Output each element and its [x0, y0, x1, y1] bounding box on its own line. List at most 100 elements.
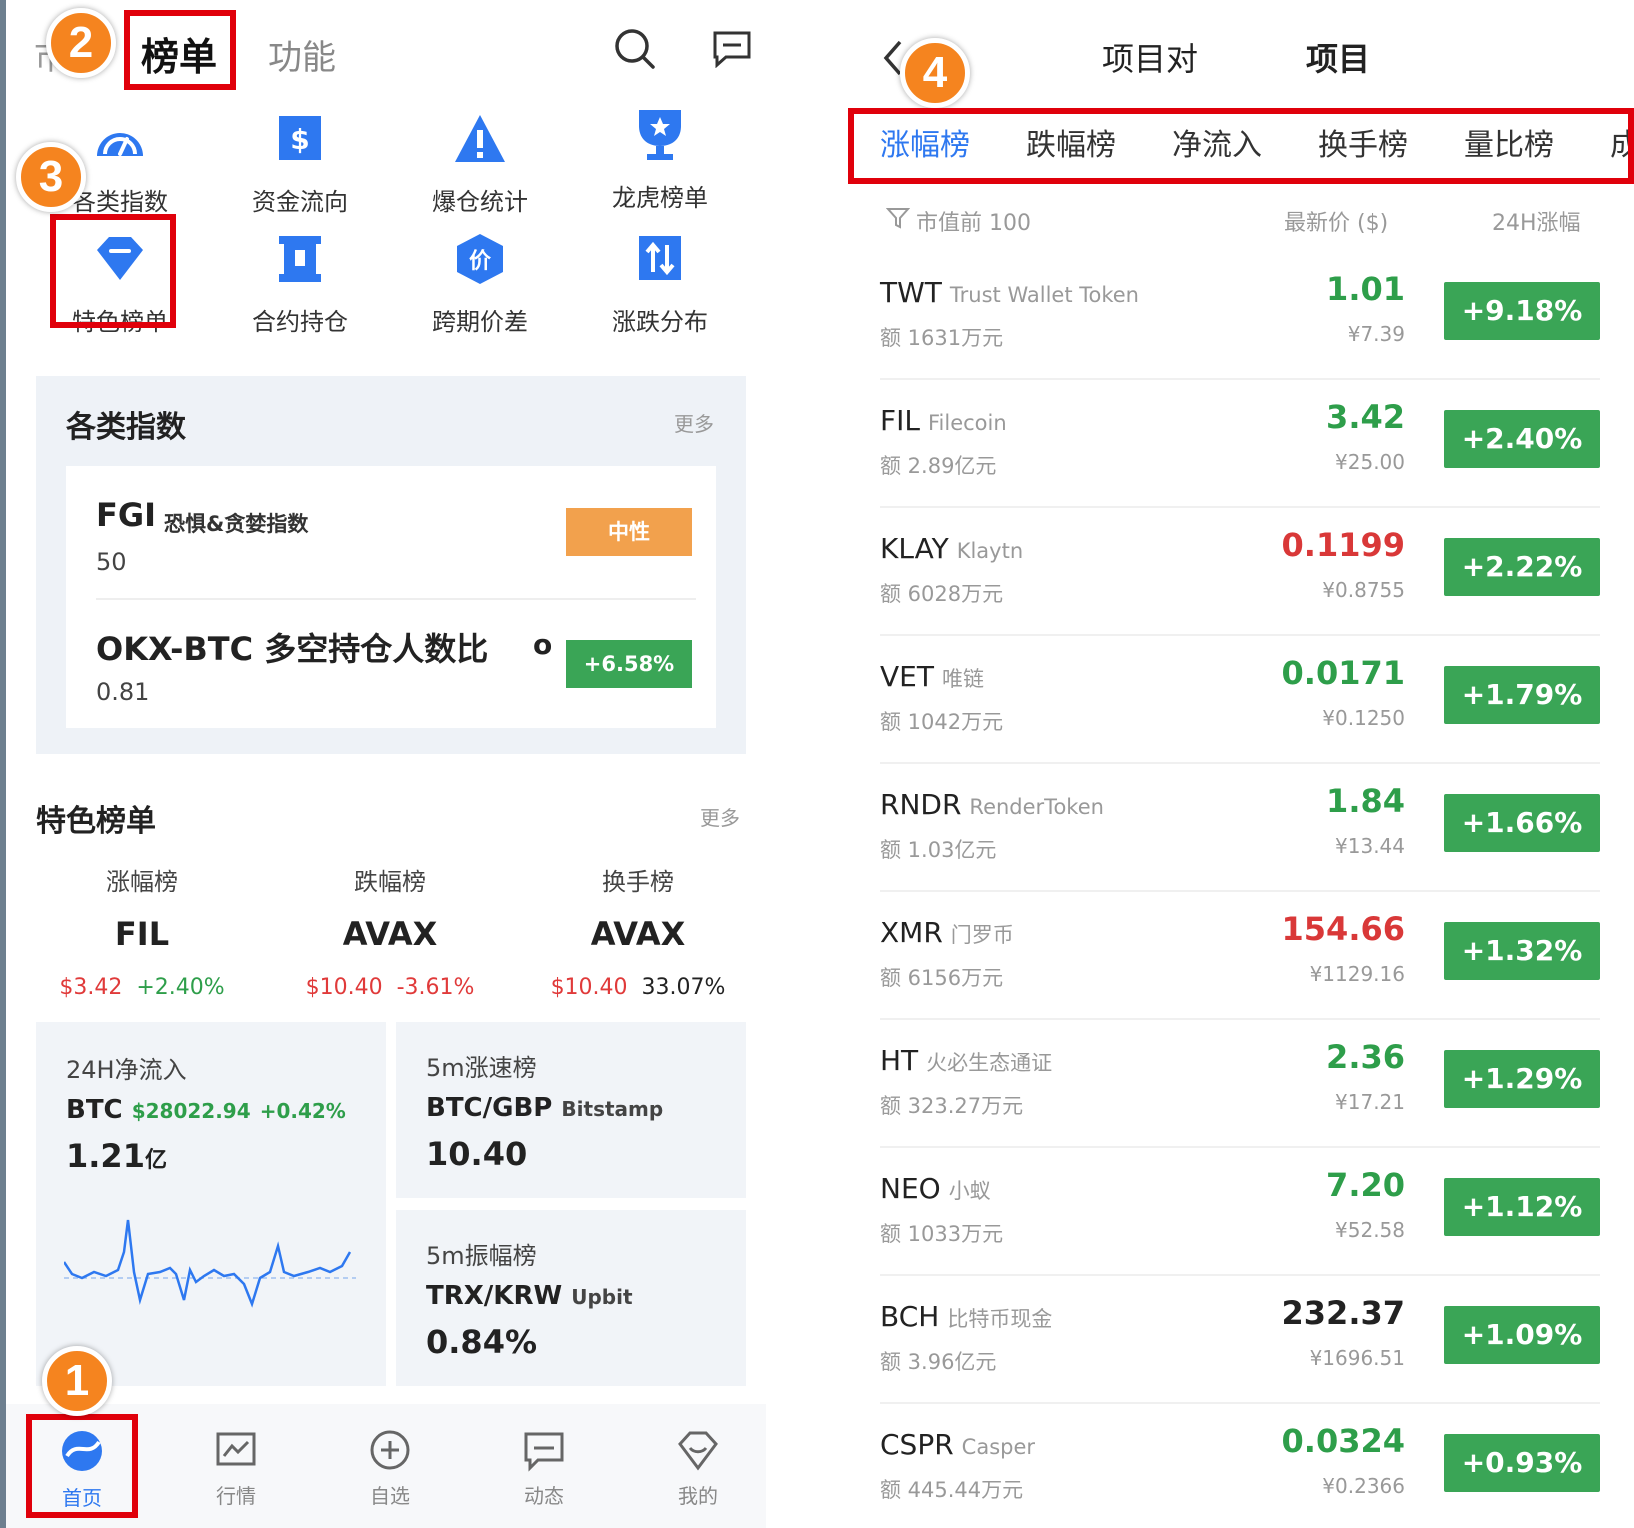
card-amplitude[interactable]: 5m振幅榜 TRX/KRW Upbit 0.84% [396, 1210, 746, 1386]
rank-price: $10.40 [305, 975, 383, 1000]
coin-volume: 额 6028万元 [880, 582, 1004, 606]
func-liquidation[interactable]: 爆仓统计 [390, 112, 570, 217]
card-title: 24H净流入 [66, 1056, 187, 1084]
change-badge: +6.58% [566, 640, 692, 688]
change-badge: +2.40% [1444, 410, 1600, 468]
rank-col-losers[interactable]: 跌幅榜 AVAX $10.40 -3.61% [270, 862, 510, 1000]
nav-feed[interactable]: 动态 [484, 1428, 604, 1509]
coin-cny-price: ¥52.58 [1335, 1218, 1405, 1242]
search-icon[interactable] [614, 28, 656, 70]
coin-symbol: CSPR Casper [880, 1428, 1036, 1461]
func-label: 爆仓统计 [432, 188, 528, 216]
rank-col-gainers[interactable]: 涨幅榜 FIL $3.42 +2.40% [22, 862, 262, 1000]
func-distribution[interactable]: 涨跌分布 [570, 232, 750, 337]
rank-category: 跌幅榜 [354, 868, 426, 896]
tab-functions[interactable]: 功能 [268, 30, 336, 79]
func-fund-flow[interactable]: $ 资金流向 [210, 112, 390, 217]
nav-label: 我的 [678, 1484, 718, 1508]
coin-symbol: NEO 小蚁 [880, 1172, 991, 1205]
coin-symbol: XMR 门罗币 [880, 916, 1014, 949]
card-price: $28022.94 [131, 1099, 251, 1123]
func-dragon-tiger[interactable]: 龙虎榜单 [570, 108, 750, 213]
col-header-price: 最新价 ($) [1284, 211, 1389, 236]
nav-watchlist[interactable]: 自选 [330, 1428, 450, 1509]
nav-label: 行情 [216, 1484, 256, 1508]
list-item[interactable]: VET 唯链额 1042万元 0.0171 ¥0.1250 +1.79% [880, 636, 1600, 764]
rank-symbol: AVAX [342, 915, 438, 953]
nav-market[interactable]: 行情 [176, 1428, 296, 1509]
rank-col-turnover[interactable]: 换手榜 AVAX $10.40 33.07% [518, 862, 758, 1000]
filter-label[interactable]: 市值前 100 [916, 205, 1031, 237]
coin-name: 火必生态通证 [926, 1051, 1053, 1075]
card-exchange: Upbit [571, 1285, 633, 1309]
message-icon[interactable] [712, 30, 752, 68]
tab-projects[interactable]: 项目 [1306, 34, 1370, 80]
sparkline-chart [64, 1219, 356, 1308]
card-netflow[interactable]: 24H净流入 BTC $28022.94 +0.42% 1.21亿 [36, 1022, 386, 1386]
coin-price: 0.0171 [1281, 654, 1405, 692]
coin-volume: 额 3.96亿元 [880, 1350, 997, 1374]
coin-price: 1.01 [1326, 270, 1405, 308]
okx-suffix: o [533, 628, 553, 661]
list-item[interactable]: CSPR Casper 额 445.44万元 0.0324 ¥0.2366 +0.93% [880, 1404, 1600, 1528]
fgi-name: 恐惧&贪婪指数 [164, 512, 309, 536]
list-item[interactable]: RNDR RenderToken 额 1.03亿元 1.84 ¥13.44 +1.66% [880, 764, 1600, 892]
coin-volume: 额 445.44万元 [880, 1478, 1024, 1502]
rank-category: 涨幅榜 [106, 868, 178, 896]
change-badge: +1.12% [1444, 1178, 1600, 1236]
list-item[interactable]: XMR 门罗币额 6156万元 154.66 ¥1129.16 +1.32% [880, 892, 1600, 1020]
card-title: 5m振幅榜 [426, 1242, 537, 1270]
func-spread[interactable]: 价 跨期价差 [390, 232, 570, 337]
card-value: 1.21 [66, 1137, 145, 1175]
list-item[interactable]: KLAY Klaytn 额 6028万元 0.1199 ¥0.8755 +2.22% [880, 508, 1600, 636]
func-contract[interactable]: 合约持仓 [210, 232, 390, 337]
nav-profile[interactable]: 我的 [638, 1428, 758, 1509]
filter-icon[interactable] [886, 206, 910, 230]
rank-change: -3.61% [396, 975, 475, 1000]
dollar-icon: $ [279, 116, 321, 160]
change-badge: +1.09% [1444, 1306, 1600, 1364]
list-item[interactable]: HT 火必生态通证额 323.27万元 2.36 ¥17.21 +1.29% [880, 1020, 1600, 1148]
func-label: 资金流向 [252, 188, 348, 216]
add-icon [370, 1430, 410, 1470]
more-link[interactable]: 更多 [674, 408, 714, 437]
func-label: 涨跌分布 [612, 308, 708, 336]
card-symbol: BTC [66, 1095, 123, 1125]
index-section: 各类指数 更多 FGI 恐惧&贪婪指数 50 中性 OKX-BTC 多空持仓人数… [36, 376, 746, 754]
coin-volume: 额 1033万元 [880, 1222, 1004, 1246]
status-badge-neutral: 中性 [566, 508, 692, 556]
coin-name: 唯链 [941, 667, 984, 691]
list-item[interactable]: BCH 比特币现金额 3.96亿元 232.37 ¥1696.51 +1.09% [880, 1276, 1600, 1404]
coin-volume: 额 1631万元 [880, 326, 1004, 350]
contract-icon [279, 236, 321, 282]
rank-symbol: FIL [114, 915, 170, 953]
coin-name: 门罗币 [950, 923, 1014, 947]
change-badge: +0.93% [1444, 1434, 1600, 1492]
more-link[interactable]: 更多 [700, 802, 740, 831]
coin-cny-price: ¥25.00 [1335, 450, 1405, 474]
coin-cny-price: ¥17.21 [1335, 1090, 1405, 1114]
coin-symbol: HT 火必生态通证 [880, 1044, 1053, 1077]
divider [96, 598, 696, 600]
okx-value: 0.81 [96, 678, 150, 706]
coin-cny-price: ¥13.44 [1335, 834, 1405, 858]
tab-pairs[interactable]: 项目对 [1102, 34, 1198, 80]
list-item[interactable]: NEO 小蚁额 1033万元 7.20 ¥52.58 +1.12% [880, 1148, 1600, 1276]
step-badge-2: 2 [46, 8, 116, 78]
change-badge: +1.79% [1444, 666, 1600, 724]
highlight-box-feature-rank [50, 214, 176, 328]
coin-name: Casper [961, 1435, 1036, 1459]
change-badge: +9.18% [1444, 282, 1600, 340]
gauge-icon [97, 133, 143, 156]
svg-text:价: 价 [469, 249, 492, 274]
rank-change: +2.40% [136, 975, 225, 1000]
message-icon [524, 1432, 564, 1472]
coin-name: RenderToken [969, 795, 1104, 819]
card-speed[interactable]: 5m涨速榜 BTC/GBP Bitstamp 10.40 [396, 1022, 746, 1198]
highlight-box-rank-tab [124, 10, 236, 90]
list-item[interactable]: FIL Filecoin 额 2.89亿元 3.42 ¥25.00 +2.40% [880, 380, 1600, 508]
rank-change: 33.07% [641, 975, 726, 1000]
list-item[interactable]: TWT Trust Wallet Token 额 1631万元 1.01 ¥7.39 +9… [880, 252, 1600, 380]
trophy-icon [639, 110, 681, 160]
coin-cny-price: ¥0.8755 [1322, 578, 1405, 602]
